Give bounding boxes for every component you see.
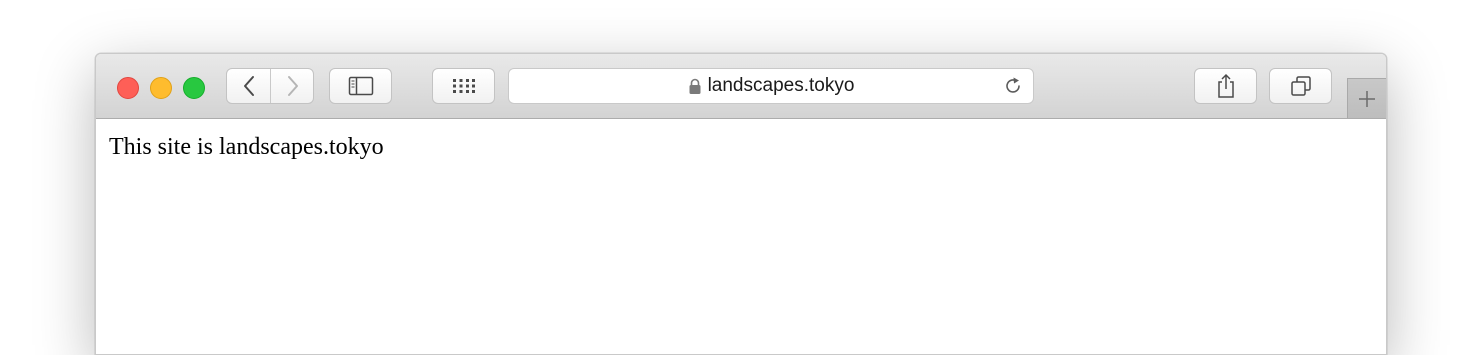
browser-toolbar: landscapes.tokyo <box>96 54 1386 119</box>
forward-icon <box>287 76 298 96</box>
minimize-window-button[interactable] <box>150 77 172 99</box>
plus-icon <box>1359 90 1375 107</box>
tabs-overview-icon <box>1290 76 1311 96</box>
top-sites-button[interactable] <box>432 68 495 104</box>
new-tab-button[interactable] <box>1347 78 1386 118</box>
sidebar-icon <box>348 76 373 96</box>
share-button[interactable] <box>1194 68 1257 104</box>
sidebar-button[interactable] <box>329 68 392 104</box>
close-window-button[interactable] <box>117 77 139 99</box>
address-bar[interactable]: landscapes.tokyo <box>508 68 1034 104</box>
navigation-buttons <box>226 68 314 104</box>
reload-icon <box>1006 77 1020 93</box>
address-bar-content: landscapes.tokyo <box>509 69 1033 103</box>
page-content: This site is landscapes.tokyo <box>96 119 1386 354</box>
tabs-overview-button[interactable] <box>1269 68 1332 104</box>
forward-button[interactable] <box>271 69 313 103</box>
back-button[interactable] <box>227 69 271 103</box>
reload-button[interactable] <box>1003 76 1023 96</box>
zoom-window-button[interactable] <box>183 77 205 99</box>
page-text: This site is landscapes.tokyo <box>109 134 384 160</box>
url-text: landscapes.tokyo <box>707 75 855 96</box>
top-sites-icon <box>452 79 475 93</box>
share-icon <box>1217 73 1234 98</box>
lock-icon <box>688 78 702 95</box>
back-icon <box>243 76 254 96</box>
